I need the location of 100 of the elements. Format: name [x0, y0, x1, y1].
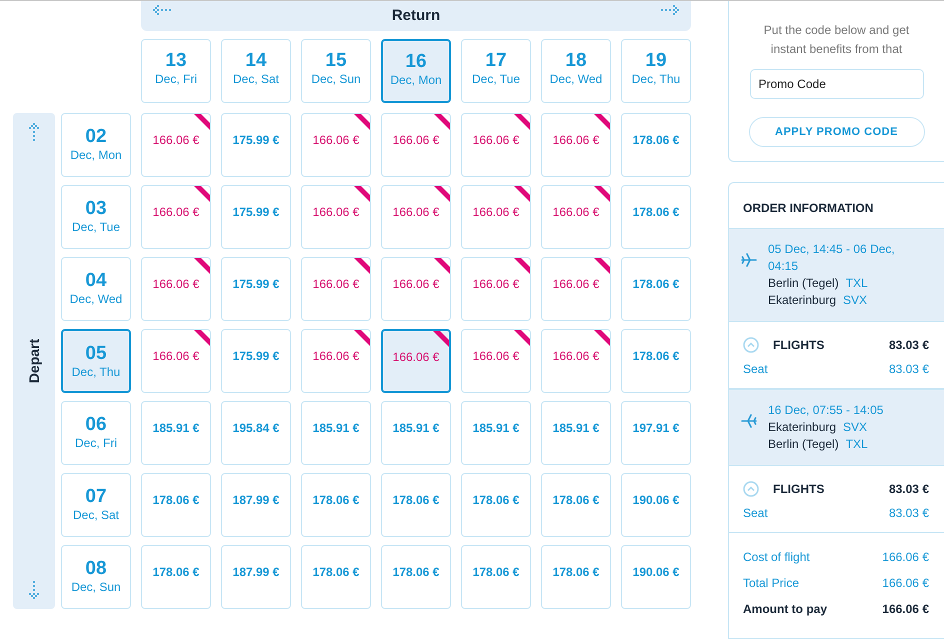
- price-cell[interactable]: 166.06 €: [141, 329, 211, 393]
- price: 178.06 €: [392, 493, 440, 507]
- price-cell[interactable]: 190.06 €: [621, 473, 691, 537]
- price-cell[interactable]: 178.06 €: [141, 545, 211, 609]
- price: 166.06 €: [312, 277, 360, 291]
- price-cell[interactable]: 166.06 €: [381, 329, 451, 393]
- flights-price: 83.03 €: [888, 482, 929, 496]
- apply-promo-button[interactable]: APPLY PROMO CODE: [748, 117, 924, 147]
- price-cell[interactable]: 185.91 €: [541, 401, 611, 465]
- price-cell[interactable]: 178.06 €: [461, 545, 531, 609]
- price-cell[interactable]: 178.06 €: [541, 545, 611, 609]
- city-name: Berlin (Tegel): [768, 276, 839, 290]
- return-date-tile[interactable]: 15 Dec, Sun: [301, 39, 371, 103]
- price-cell[interactable]: 175.99 €: [221, 329, 291, 393]
- price-cell[interactable]: 166.06 €: [541, 113, 611, 177]
- down-arrow-icon[interactable]: [28, 579, 40, 599]
- price: 178.06 €: [312, 493, 360, 507]
- chevron-up-icon[interactable]: [743, 337, 759, 353]
- price-cell[interactable]: 166.06 €: [461, 113, 531, 177]
- price-cell[interactable]: 166.06 €: [381, 185, 451, 249]
- return-date-tile[interactable]: 16 Dec, Mon: [381, 39, 451, 103]
- left-arrow-icon[interactable]: [153, 4, 173, 16]
- price-cell[interactable]: 185.91 €: [381, 401, 451, 465]
- price-cell[interactable]: 175.99 €: [221, 257, 291, 321]
- price-cell[interactable]: 185.91 €: [301, 401, 371, 465]
- return-date-tile[interactable]: 19 Dec, Thu: [621, 39, 691, 103]
- price-cell[interactable]: 166.06 €: [381, 257, 451, 321]
- price-cell[interactable]: 166.06 €: [541, 185, 611, 249]
- city-name: Ekaterinburg: [768, 420, 836, 434]
- flights-price: 83.03 €: [888, 338, 929, 352]
- price-cell[interactable]: 178.06 €: [141, 473, 211, 537]
- price-cell[interactable]: 178.06 €: [461, 473, 531, 537]
- price-cell[interactable]: 187.99 €: [221, 473, 291, 537]
- price-cell[interactable]: 166.06 €: [541, 257, 611, 321]
- date-number: 04: [85, 270, 107, 291]
- price: 178.06 €: [632, 205, 680, 219]
- price-cell[interactable]: 166.06 €: [301, 257, 371, 321]
- price: 185.91 €: [392, 421, 440, 435]
- price-cell[interactable]: 166.06 €: [141, 257, 211, 321]
- price-cell[interactable]: 166.06 €: [141, 185, 211, 249]
- price-cell[interactable]: 178.06 €: [541, 473, 611, 537]
- depart-title: Depart: [26, 338, 42, 384]
- price-cell[interactable]: 166.06 €: [301, 185, 371, 249]
- depart-date-tile[interactable]: 03 Dec, Tue: [61, 185, 131, 249]
- price-cell[interactable]: 166.06 €: [381, 113, 451, 177]
- date-number: 18: [565, 50, 587, 71]
- depart-date-tile[interactable]: 08 Dec, Sun: [61, 545, 131, 609]
- price-cell[interactable]: 178.06 €: [621, 185, 691, 249]
- price-cell[interactable]: 185.91 €: [461, 401, 531, 465]
- price: 185.91 €: [152, 421, 200, 435]
- price-cell[interactable]: 178.06 €: [301, 545, 371, 609]
- flight-time: 05 Dec, 14:45 - 06 Dec, 04:15: [768, 241, 896, 275]
- promo-code-field[interactable]: Promo Code: [750, 69, 924, 99]
- price-cell[interactable]: 195.84 €: [221, 401, 291, 465]
- price-cell[interactable]: 185.91 €: [141, 401, 211, 465]
- return-date-tile[interactable]: 18 Dec, Wed: [541, 39, 611, 103]
- price-cell[interactable]: 166.06 €: [301, 329, 371, 393]
- price-cell[interactable]: 190.06 €: [621, 545, 691, 609]
- price-cell[interactable]: 166.06 €: [461, 257, 531, 321]
- return-date-tile[interactable]: 13 Dec, Fri: [141, 39, 211, 103]
- price-cell[interactable]: 178.06 €: [381, 545, 451, 609]
- depart-date-tile[interactable]: 02 Dec, Mon: [61, 113, 131, 177]
- price-cell[interactable]: 166.06 €: [461, 329, 531, 393]
- depart-date-tile[interactable]: 06 Dec, Fri: [61, 401, 131, 465]
- depart-date-tile[interactable]: 05 Dec, Thu: [61, 329, 131, 393]
- plane-icon: [741, 414, 757, 428]
- price-cell[interactable]: 175.99 €: [221, 185, 291, 249]
- price-cell[interactable]: 175.99 €: [221, 113, 291, 177]
- price: 175.99 €: [232, 205, 280, 219]
- price: 166.06 €: [552, 277, 600, 291]
- price-cell[interactable]: 178.06 €: [621, 257, 691, 321]
- depart-date-tile[interactable]: 07 Dec, Sat: [61, 473, 131, 537]
- date-day: Dec, Sat: [72, 507, 120, 523]
- price-cell[interactable]: 178.06 €: [381, 473, 451, 537]
- price-cell[interactable]: 166.06 €: [301, 113, 371, 177]
- price-cell[interactable]: 178.06 €: [621, 329, 691, 393]
- total-label: Cost of flight: [743, 549, 810, 566]
- price-cell[interactable]: 178.06 €: [301, 473, 371, 537]
- price-cell[interactable]: 187.99 €: [221, 545, 291, 609]
- date-day: Dec, Mon: [70, 147, 122, 163]
- price-cell[interactable]: 166.06 €: [461, 185, 531, 249]
- price: 166.06 €: [472, 349, 520, 363]
- price-cell[interactable]: 166.06 €: [541, 329, 611, 393]
- date-number: 07: [85, 486, 107, 507]
- seat-price: 83.03 €: [888, 362, 929, 376]
- up-arrow-icon[interactable]: [28, 123, 40, 143]
- chevron-up-icon[interactable]: [743, 481, 759, 497]
- return-date-tile[interactable]: 17 Dec, Tue: [461, 39, 531, 103]
- date-day: Dec, Tue: [472, 71, 520, 87]
- return-date-tile[interactable]: 14 Dec, Sat: [221, 39, 291, 103]
- airport-code: TXL: [846, 276, 868, 290]
- price: 166.06 €: [472, 277, 520, 291]
- price-cell[interactable]: 166.06 €: [141, 113, 211, 177]
- depart-date-tile[interactable]: 04 Dec, Wed: [61, 257, 131, 321]
- right-arrow-icon[interactable]: [659, 4, 679, 16]
- price-cell[interactable]: 197.91 €: [621, 401, 691, 465]
- price-cell[interactable]: 178.06 €: [621, 113, 691, 177]
- city-name: Berlin (Tegel): [768, 437, 839, 451]
- airport-code: SVX: [843, 420, 868, 434]
- date-day: Dec, Tue: [72, 219, 120, 235]
